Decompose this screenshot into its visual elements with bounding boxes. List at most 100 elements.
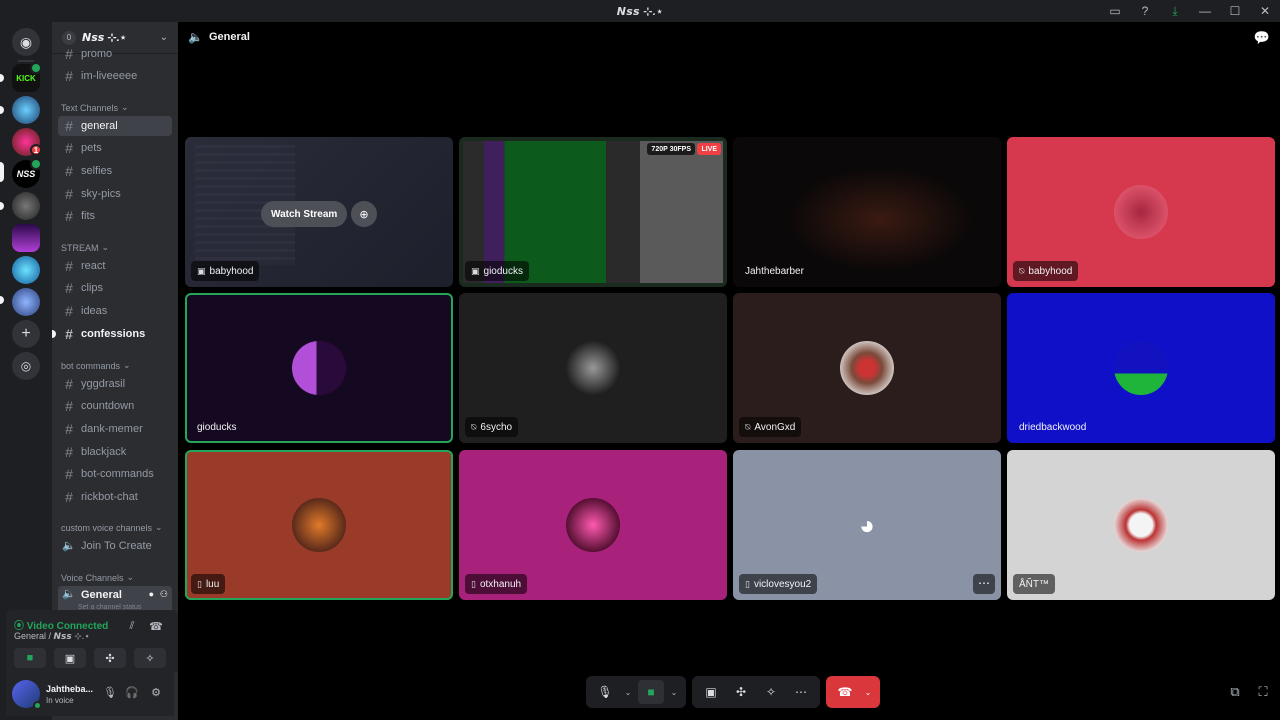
participant-avatar <box>566 498 620 552</box>
channel-bot-commands[interactable]: # bot-commands <box>58 464 172 484</box>
chat-bubble-icon[interactable]: ● <box>149 589 154 599</box>
participant-label: ▯ otxhanuh <box>465 574 528 594</box>
channel-title: General <box>208 31 250 43</box>
add-stream-icon[interactable]: ⊕ <box>351 201 377 227</box>
participant-tile[interactable]: driedbackwood <box>1007 293 1275 443</box>
settings-gear-icon[interactable]: ⚙ <box>148 686 164 702</box>
noise-suppression-icon[interactable]: ⫽ <box>124 620 140 634</box>
add-member-icon[interactable]: ⚇ <box>160 589 168 600</box>
participant-tile[interactable]: ⍉ AvonGxd <box>733 293 1001 443</box>
channel-pets[interactable]: # pets <box>58 138 172 158</box>
channel-dank-memer[interactable]: # dank-memer <box>58 419 172 439</box>
mobile-icon: ▯ <box>197 578 202 589</box>
participant-tile[interactable]: 720P 30FPS LIVE ▣ gioducks <box>459 137 727 287</box>
channel-countdown[interactable]: # countdown <box>58 396 172 416</box>
more-options-icon[interactable]: ⋯ <box>973 574 995 594</box>
chevron-down-icon[interactable]: ⌄ <box>668 680 680 704</box>
user-status: In voice <box>46 696 74 705</box>
participant-label: ÅÑT™ <box>1013 574 1055 594</box>
channel-rickbot-chat[interactable]: # rickbot-chat <box>58 487 172 507</box>
category-voice-channels[interactable]: Voice Channels ⌄ <box>61 572 134 583</box>
chevron-down-icon[interactable]: ⌄ <box>622 680 634 704</box>
hang-up-icon[interactable]: ☎ <box>832 680 858 704</box>
server-mention-badge: 1 <box>30 144 42 156</box>
channel-im-liveeeee[interactable]: # im-liveeeee <box>58 66 172 86</box>
inbox-icon[interactable]: ▭ <box>1100 0 1130 22</box>
channel-sky-pics[interactable]: # sky-pics <box>58 184 172 204</box>
voice-channel-join-to-create[interactable]: 🔈 Join To Create <box>58 536 172 556</box>
microphone-icon[interactable]: 🎙 <box>592 680 618 704</box>
camera-button[interactable]: ■ <box>14 648 46 668</box>
headphones-icon[interactable]: 🎧 <box>124 686 140 702</box>
server-icon-anime[interactable] <box>12 288 40 316</box>
user-panel: Jahtheba... In voice 🎙 🎧 ⚙ <box>6 672 174 716</box>
screen-share-button[interactable]: ▣ <box>54 648 86 668</box>
channel-yggdrasil[interactable]: # yggdrasil <box>58 374 172 394</box>
discord-home-icon[interactable]: ◉ <box>12 28 40 56</box>
help-icon[interactable]: ? <box>1130 0 1160 22</box>
channel-ideas[interactable]: # ideas <box>58 301 172 321</box>
hash-icon: # <box>65 398 73 414</box>
participant-label: ▯ viclovesyou2 <box>739 574 818 594</box>
server-icon-vibe[interactable] <box>12 96 40 124</box>
discover-icon[interactable]: ◎ <box>12 352 40 380</box>
disconnect-icon[interactable]: ☎ <box>148 620 164 634</box>
category-bot-commands[interactable]: bot commands ⌄ <box>61 360 131 371</box>
activities-button[interactable]: ✣ <box>94 648 126 668</box>
participant-tile[interactable]: ÅÑT™ <box>1007 450 1275 600</box>
soundboard-icon[interactable]: ✧ <box>758 680 784 704</box>
hash-icon: # <box>65 163 73 179</box>
boost-count-badge: 0 <box>62 30 76 45</box>
participant-tile[interactable]: gioducks <box>185 293 453 443</box>
channel-selfies[interactable]: # selfies <box>58 161 172 181</box>
screen-share-icon[interactable]: ▣ <box>698 680 724 704</box>
disconnect-group: ☎ ⌄ <box>826 676 880 708</box>
category-stream[interactable]: STREAM ⌄ <box>61 242 109 253</box>
participant-tile[interactable]: ▯ luu <box>185 450 453 600</box>
server-icon-dark[interactable] <box>12 192 40 220</box>
participant-tile[interactable]: ⍉ babyhood <box>1007 137 1275 287</box>
guild-name: 𝙉𝙨𝙨 ⊹.⋆ <box>82 32 127 44</box>
hash-icon: # <box>65 258 73 274</box>
mute-icon: ⍉ <box>1019 265 1025 276</box>
hash-icon: # <box>65 303 73 319</box>
voice-location-label: General / 𝙉𝙨𝙨 ⊹.⋆ <box>14 631 90 641</box>
download-icon[interactable]: ⤓ <box>1160 0 1190 22</box>
server-icon-purple[interactable] <box>12 224 40 252</box>
participant-tile[interactable]: ▯ otxhanuh <box>459 450 727 600</box>
microphone-icon[interactable]: 🎙 <box>102 686 118 702</box>
channel-promo[interactable]: # promo <box>58 44 172 64</box>
participant-tile[interactable]: ⍉ 6sycho <box>459 293 727 443</box>
add-server-icon[interactable]: + <box>12 320 40 348</box>
channel-general[interactable]: # general <box>58 116 172 136</box>
participant-avatar <box>840 341 894 395</box>
category-text-channels[interactable]: Text Channels ⌄ <box>61 102 129 113</box>
more-options-icon[interactable]: ⋯ <box>788 680 814 704</box>
channel-clips[interactable]: # clips <box>58 278 172 298</box>
maximize-icon[interactable]: ☐ <box>1220 0 1250 22</box>
channel-confessions[interactable]: # confessions <box>52 324 172 344</box>
participant-tile[interactable]: ◕ ▯ viclovesyou2 ⋯ <box>733 450 1001 600</box>
speaker-icon: 🔈 <box>188 30 203 44</box>
camera-icon[interactable]: ■ <box>638 680 664 704</box>
minimize-icon[interactable]: — <box>1190 0 1220 22</box>
fullscreen-icon[interactable]: ⛶ <box>1254 684 1272 702</box>
server-icon-blue[interactable] <box>12 256 40 284</box>
username[interactable]: Jahtheba... <box>46 684 93 694</box>
activities-icon[interactable]: ✣ <box>728 680 754 704</box>
window-title: 𝙉𝙨𝙨 ⊹.⋆ <box>616 5 664 18</box>
chevron-down-icon[interactable]: ⌄ <box>862 680 874 704</box>
close-icon[interactable]: ✕ <box>1250 0 1280 22</box>
voice-connected-label[interactable]: ⦿ Video Connected <box>14 617 108 632</box>
participant-tile[interactable]: Jahthebarber <box>733 137 1001 287</box>
chat-icon[interactable]: 💬 <box>1254 30 1270 46</box>
server-unread-pill <box>0 106 4 114</box>
channel-blackjack[interactable]: # blackjack <box>58 442 172 462</box>
soundboard-button[interactable]: ✧ <box>134 648 166 668</box>
pop-out-icon[interactable]: ⧉ <box>1226 684 1244 702</box>
participant-tile[interactable]: Watch Stream ⊕ ▣ babyhood <box>185 137 453 287</box>
channel-react[interactable]: # react <box>58 256 172 276</box>
channel-fits[interactable]: # fits <box>58 206 172 226</box>
category-custom-voice[interactable]: custom voice channels ⌄ <box>61 522 163 533</box>
watch-stream-button[interactable]: Watch Stream <box>261 201 348 227</box>
